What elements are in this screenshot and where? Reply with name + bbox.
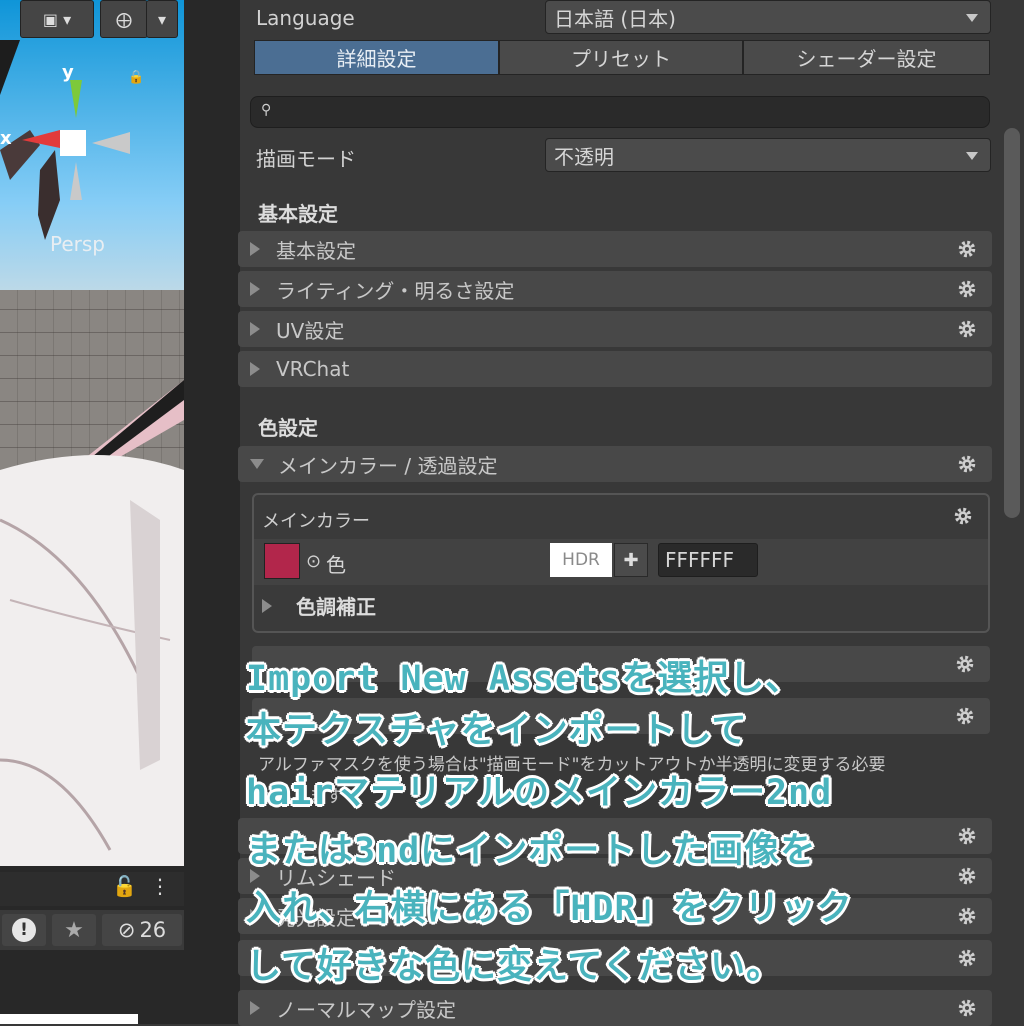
tab-advanced-settings[interactable]: 詳細設定 (254, 40, 499, 75)
triangle-right-icon (250, 282, 260, 296)
color-label: 色 (326, 553, 346, 577)
fold-basic-settings[interactable]: 基本設定 (238, 231, 992, 267)
overlay-line-2: 本テクスチャをインポートして (246, 711, 748, 751)
eye-slash-icon: ⊘ (117, 918, 136, 942)
color-property-icon: ⊙ (306, 551, 322, 572)
color-adjust-fold[interactable]: 色調補正 (262, 591, 376, 620)
tab-shader-settings[interactable]: シェーダー設定 (743, 40, 990, 75)
gear-icon[interactable] (956, 318, 978, 340)
camera-dropdown-button[interactable]: ▣ ▾ (20, 0, 94, 38)
section-color-title: 色設定 (258, 416, 318, 440)
chevron-down-icon (966, 152, 978, 160)
gizmo-toggle-button[interactable]: ⨁ (100, 0, 148, 38)
lock-icon[interactable]: 🔓 (112, 874, 137, 898)
gizmo-y-label: y (62, 62, 74, 83)
render-mode-dropdown[interactable]: 不透明 (545, 138, 991, 172)
main-color-box: メインカラー ⊙ 色 HDR ✚ FFFFFF 色調補正 (252, 493, 990, 633)
more-options-icon[interactable]: ⋮ (150, 874, 170, 898)
gear-icon[interactable] (956, 825, 978, 847)
gear-icon[interactable] (956, 278, 978, 300)
eyedropper-icon: ✚ (623, 549, 639, 571)
overlay-line-3: hairマテリアルのメインカラー2nd (246, 773, 833, 813)
gear-icon[interactable] (956, 453, 978, 475)
triangle-right-icon (250, 1001, 260, 1015)
overlay-line-6: して好きな色に変えてください。 (246, 947, 783, 987)
panel-divider[interactable] (184, 0, 240, 1024)
texture-thumbnail[interactable] (264, 543, 300, 579)
camera-icon: ▣ ▾ (42, 9, 72, 29)
chevron-down-icon (966, 14, 978, 22)
gear-icon[interactable] (954, 653, 976, 675)
fold-uv-settings[interactable]: UV設定 (238, 311, 992, 347)
overlay-line-4: または3ndにインポートした画像を (246, 831, 817, 871)
hdr-color-field[interactable]: HDR (550, 543, 612, 577)
section-basic-title: 基本設定 (258, 202, 338, 226)
language-label: Language (256, 6, 355, 30)
warning-icon: ! (12, 918, 36, 942)
gear-icon[interactable] (954, 705, 976, 727)
warning-filter-button[interactable]: ! (2, 914, 46, 946)
main-color-box-title: メインカラー (262, 511, 370, 532)
projection-label[interactable]: Persp (50, 232, 105, 256)
scene-view[interactable]: y x 🔒 Persp (0, 0, 184, 866)
gear-icon[interactable] (956, 865, 978, 887)
render-mode-label: 描画モード (256, 147, 356, 171)
language-dropdown[interactable]: 日本語 (日本) (545, 0, 991, 34)
scene-gizmo-icon[interactable] (20, 70, 140, 210)
hex-color-input[interactable]: FFFFFF (658, 543, 758, 577)
favorites-button[interactable]: ★ (52, 914, 96, 946)
fold-vrchat[interactable]: VRChat (238, 351, 992, 387)
chevron-down-icon: ▾ (157, 9, 167, 29)
gear-icon[interactable] (956, 238, 978, 260)
fold-lighting-settings[interactable]: ライティング・明るさ設定 (238, 271, 992, 307)
triangle-right-icon (250, 322, 260, 336)
triangle-right-icon (262, 598, 272, 613)
triangle-right-icon (250, 242, 260, 256)
search-icon: ⚲ (261, 102, 272, 118)
project-panel: 🔓 ⋮ ! ★ ⊘ 26 (0, 866, 184, 1024)
tab-presets[interactable]: プリセット (499, 40, 743, 75)
fold-main-color[interactable]: メインカラー / 透過設定 (238, 446, 992, 482)
gear-icon[interactable] (956, 905, 978, 927)
triangle-right-icon (250, 362, 260, 376)
hidden-count: 26 (139, 918, 167, 942)
fold-normal-map[interactable]: ノーマルマップ設定 (238, 990, 992, 1026)
eyedropper-button[interactable]: ✚ (614, 543, 648, 577)
gear-icon[interactable] (956, 947, 978, 969)
lock-icon[interactable]: 🔒 (128, 70, 144, 85)
triangle-down-icon (250, 459, 264, 469)
gear-icon[interactable] (956, 997, 978, 1019)
overlay-line-5: 入れ、右横にある「HDR」をクリック (246, 889, 853, 929)
gizmo-dropdown-button[interactable]: ▾ (146, 0, 178, 38)
search-input[interactable]: ⚲ (250, 96, 990, 128)
hidden-count-button[interactable]: ⊘ 26 (102, 914, 182, 946)
star-icon: ★ (64, 917, 84, 943)
globe-icon: ⨁ (116, 9, 132, 29)
gizmo-x-label: x (0, 128, 12, 149)
gear-icon[interactable] (952, 505, 974, 527)
inspector-scrollbar[interactable] (1004, 128, 1020, 518)
overlay-line-1: Import New Assetsを選択し、 (246, 659, 802, 699)
